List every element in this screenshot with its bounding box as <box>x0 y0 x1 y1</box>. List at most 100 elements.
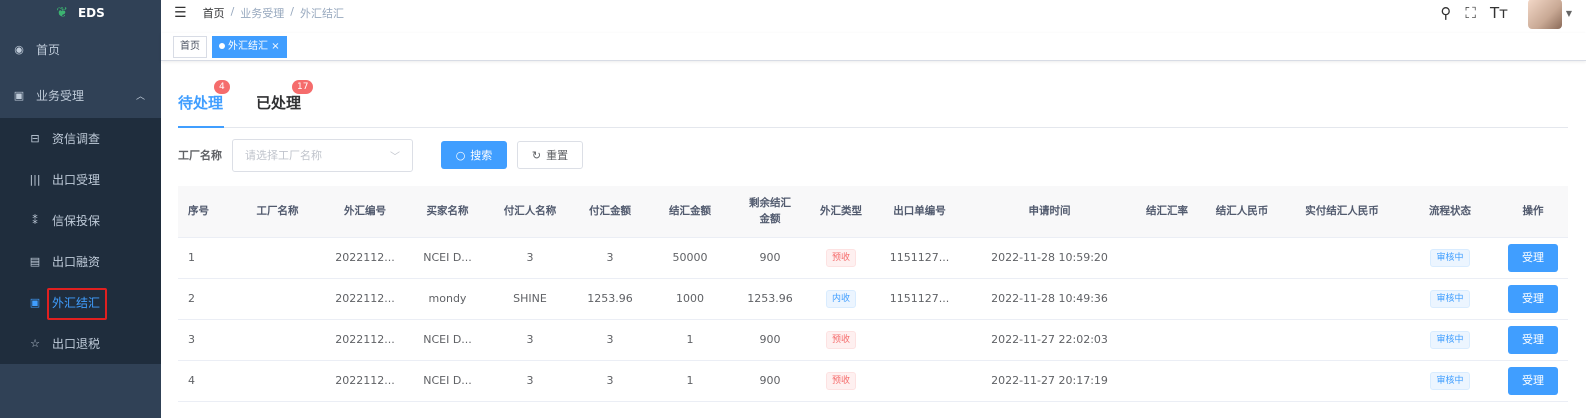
status-tabs: 待处理 4 已处理 17 <box>178 80 1568 128</box>
cell-apply-time: 2022-11-28 10:59:20 <box>967 237 1132 279</box>
table-header: 工厂名称 <box>230 186 325 238</box>
tab-badge: 4 <box>214 80 230 94</box>
table-row: 2 2022112... mondy SHINE 1253.96 1000 1253.96 内… <box>178 278 1568 320</box>
cell-pay-amount: 3 <box>570 237 650 279</box>
sidebar-submenu: ⊟ 资信调查 ||| 出口受理 ⁑ 信保投保 ▤ 出口融资 ▣ 外汇结汇 ☆ 出… <box>0 118 161 364</box>
fx-table: 序号 工厂名称 外汇编号 买家名称 付汇人名称 付汇金额 结汇金额 剩余结汇金额… <box>178 186 1568 402</box>
cell-pay-amount: 3 <box>570 319 650 361</box>
sidebar-item-label: 出口退税 <box>52 337 101 351</box>
table-header: 付汇金额 <box>570 186 650 238</box>
cell-settle-amount: 1000 <box>650 278 730 320</box>
header-tools: ⚲ ⛶ Tт ▼ <box>1440 0 1586 29</box>
tab-pending[interactable]: 待处理 4 <box>178 80 230 113</box>
hamburger-icon[interactable]: ☰ <box>174 5 187 21</box>
table-row: 4 2022112... NCEI D... 3 3 1 900 预收 2022-11-27 2… <box>178 360 1568 402</box>
table-header: 流程状态 <box>1402 186 1498 238</box>
font-size-icon[interactable]: Tт <box>1490 4 1508 22</box>
sidebar-item-export[interactable]: ||| 出口受理 <box>0 159 161 200</box>
close-icon[interactable]: × <box>271 41 279 52</box>
sidebar-item-label: 出口受理 <box>52 173 101 187</box>
credit-icon: ⊟ <box>30 132 40 145</box>
sidebar-item-business[interactable]: ▣ 业务受理 ︿ <box>0 72 161 118</box>
tab-label: 已处理 <box>256 94 302 112</box>
filter-bar: 工厂名称 请选择工厂名称 ﹀ ○ 搜索 ↻ 重置 <box>178 138 583 172</box>
refresh-icon: ↻ <box>531 148 542 162</box>
search-button-label: 搜索 <box>470 149 493 162</box>
sidebar-item-home[interactable]: ◉ 首页 <box>0 26 161 72</box>
cell-export-no <box>872 360 967 402</box>
table-header: 结汇人民币 <box>1202 186 1282 238</box>
cell-fx-no: 2022112... <box>325 319 405 361</box>
table-header: 剩余结汇金额 <box>730 186 810 238</box>
table-header: 付汇人名称 <box>490 186 570 238</box>
sidebar-item-credit[interactable]: ⊟ 资信调查 <box>0 118 161 159</box>
sidebar-item-label: 信保投保 <box>52 214 101 228</box>
reset-button[interactable]: ↻ 重置 <box>517 141 583 169</box>
search-button[interactable]: ○ 搜索 <box>441 141 507 169</box>
cell-paid-rmb <box>1282 319 1402 361</box>
table-header: 结汇汇率 <box>1132 186 1202 238</box>
sidebar-item-tax-refund[interactable]: ☆ 出口退税 <box>0 323 161 364</box>
sidebar-item-insurance[interactable]: ⁑ 信保投保 <box>0 200 161 241</box>
accept-button[interactable]: 受理 <box>1508 243 1558 272</box>
cell-pay-amount: 3 <box>570 360 650 402</box>
breadcrumb: 首页 / 业务受理 / 外汇结汇 <box>203 5 344 21</box>
cell-factory <box>230 278 325 320</box>
cell-no: 2 <box>178 278 230 320</box>
cell-fx-no: 2022112... <box>325 278 405 320</box>
dashboard-icon: ◉ <box>14 42 24 56</box>
tab-processed[interactable]: 已处理 17 <box>256 80 314 113</box>
type-badge: 内收 <box>825 289 856 308</box>
caret-down-icon[interactable]: ▼ <box>1566 9 1572 18</box>
insurance-icon: ⁑ <box>32 214 38 227</box>
fullscreen-icon[interactable]: ⛶ <box>1465 4 1476 22</box>
tag-current[interactable]: 外汇结汇 × <box>212 36 287 58</box>
cell-apply-time: 2022-11-27 22:02:03 <box>967 319 1132 361</box>
accept-button[interactable]: 受理 <box>1508 366 1558 395</box>
accept-button[interactable]: 受理 <box>1508 284 1558 313</box>
cell-fx-type: 预收 <box>810 237 872 279</box>
status-badge: 审核中 <box>1430 371 1470 390</box>
cell-paid-rmb <box>1282 237 1402 279</box>
cell-payer: 3 <box>490 319 570 361</box>
cell-remaining-amount: 900 <box>730 360 810 402</box>
cell-apply-time: 2022-11-27 20:17:19 <box>967 360 1132 402</box>
sidebar-item-fx[interactable]: ▣ 外汇结汇 <box>0 282 161 323</box>
cell-payer: 3 <box>490 237 570 279</box>
cell-buyer: NCEI D... <box>405 319 490 361</box>
cell-action: 受理 <box>1498 319 1568 361</box>
sidebar-item-label: 首页 <box>36 42 61 57</box>
table-header-row: 序号 工厂名称 外汇编号 买家名称 付汇人名称 付汇金额 结汇金额 剩余结汇金额… <box>178 186 1568 238</box>
breadcrumb-home[interactable]: 首页 <box>203 5 225 21</box>
tag-current-label: 外汇结汇 <box>228 41 268 52</box>
highlight-box <box>47 288 107 320</box>
cell-status: 审核中 <box>1402 360 1498 402</box>
cell-rate <box>1132 237 1202 279</box>
type-badge: 预收 <box>825 330 856 349</box>
accept-button[interactable]: 受理 <box>1508 325 1558 354</box>
cell-remaining-amount: 900 <box>730 319 810 361</box>
cell-pay-amount: 1253.96 <box>570 278 650 320</box>
sidebar-item-financing[interactable]: ▤ 出口融资 <box>0 241 161 282</box>
tab-label: 待处理 <box>178 94 224 112</box>
search-icon[interactable]: ⚲ <box>1440 4 1451 22</box>
star-icon: ☆ <box>30 337 40 350</box>
cell-rmb <box>1202 360 1282 402</box>
breadcrumb-parent: 业务受理 <box>240 7 285 20</box>
table-row: 1 2022112... NCEI D... 3 3 50000 900 预收 1151127.… <box>178 237 1568 279</box>
app-root: ❦ EDS ◉ 首页 ▣ 业务受理 ︿ ⊟ 资信调查 ||| 出口受理 ⁑ 信保… <box>0 0 1586 418</box>
cell-export-no: 1151127... <box>872 278 967 320</box>
cell-settle-amount: 50000 <box>650 237 730 279</box>
fx-icon: ▣ <box>29 296 41 309</box>
export-icon: ||| <box>29 173 41 186</box>
chevron-up-icon: ︿ <box>135 91 145 102</box>
factory-select[interactable]: 请选择工厂名称 ﹀ <box>232 138 413 172</box>
cell-apply-time: 2022-11-28 10:49:36 <box>967 278 1132 320</box>
tab-active-bar <box>178 126 224 128</box>
status-badge: 审核中 <box>1430 289 1470 308</box>
avatar[interactable] <box>1527 0 1562 29</box>
navbar: ☰ 首页 / 业务受理 / 外汇结汇 ⚲ ⛶ Tт ▼ <box>161 0 1586 29</box>
table-body: 1 2022112... NCEI D... 3 3 50000 900 预收 1151127.… <box>178 237 1568 402</box>
cell-action: 受理 <box>1498 360 1568 402</box>
tag-home[interactable]: 首页 <box>173 36 207 58</box>
